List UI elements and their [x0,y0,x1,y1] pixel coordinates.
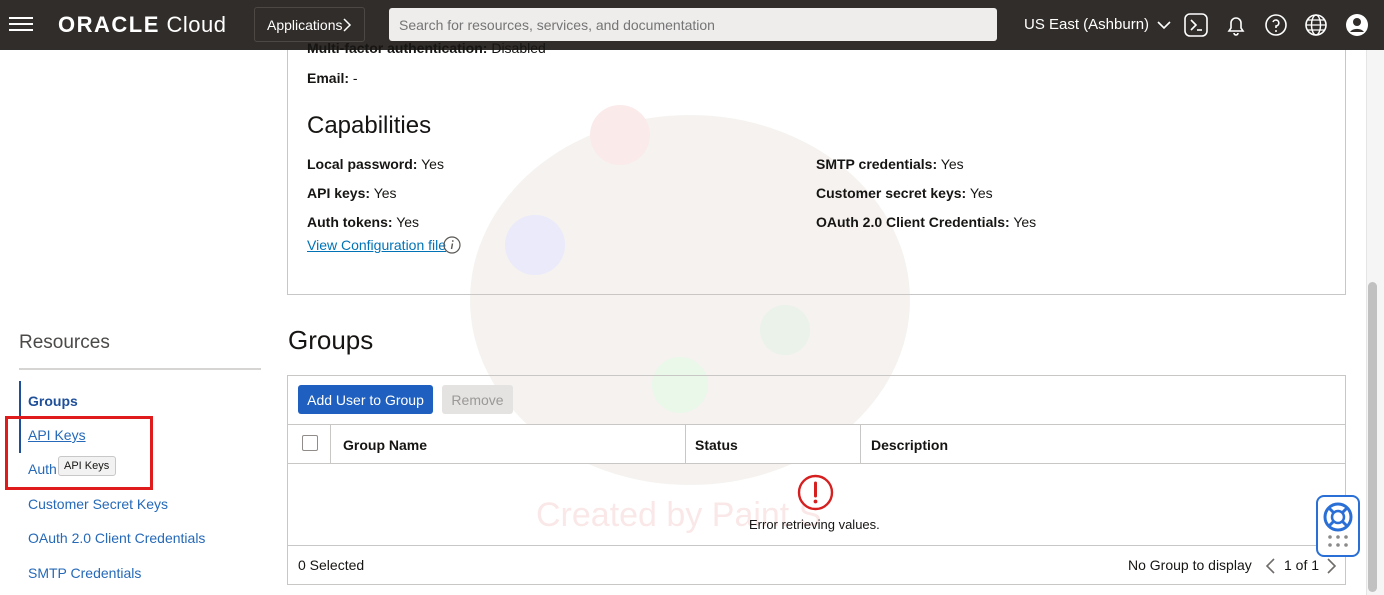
capability-row: Local password: Yes [307,156,444,172]
capability-row: Auth tokens: Yes [307,214,419,230]
email-label: Email: [307,70,350,86]
scrollbar-thumb[interactable] [1368,282,1377,592]
error-icon [797,474,834,511]
menu-icon[interactable] [9,13,33,35]
oracle-cloud-logo[interactable]: ORACLE Cloud [58,12,227,38]
view-configuration-file-link[interactable]: View Configuration file [307,237,446,253]
globe-icon[interactable] [1303,12,1329,38]
column-header-status[interactable]: Status [695,425,738,463]
column-separator [685,425,686,463]
region-label: US East (Ashburn) [1024,16,1150,33]
mfa-value: Disabled [491,43,546,55]
capability-label: Local password: [307,156,418,172]
mfa-row: Multi-factor authentication: Disabled [307,43,546,55]
lifebuoy-icon [1323,502,1353,547]
resource-item-oauth-client-credentials[interactable]: OAuth 2.0 Client Credentials [28,530,205,546]
email-value: - [352,70,358,86]
region-selector[interactable]: US East (Ashburn) [1024,16,1171,33]
capability-value: Yes [373,185,397,201]
resource-item-customer-secret-keys[interactable]: Customer Secret Keys [28,496,168,512]
help-widget-button[interactable] [1316,495,1360,557]
top-navigation-bar: ORACLE Cloud Applications US East (Ashbu… [0,0,1384,50]
cloud-shell-icon[interactable] [1183,12,1209,38]
capability-label: OAuth 2.0 Client Credentials: [816,214,1010,230]
capability-label: Customer secret keys: [816,185,967,201]
highlight-box [5,416,153,490]
column-separator [860,425,861,463]
selected-count: 0 Selected [298,557,365,573]
info-icon[interactable] [443,236,461,254]
capability-label: SMTP credentials: [816,156,938,172]
search-input[interactable] [389,8,997,41]
no-group-message: No Group to display [1128,557,1252,573]
capabilities-title: Capabilities [307,112,432,139]
capability-row: Customer secret keys: Yes [816,185,993,201]
table-header: Group Name Status Description [288,424,1345,464]
capability-value: Yes [396,214,420,230]
resource-item-groups[interactable]: Groups [28,393,78,409]
capability-row: API keys: Yes [307,185,397,201]
chevron-down-icon [1157,21,1171,30]
error-message: Error retrieving values. [749,517,880,532]
add-user-to-group-button[interactable]: Add User to Group [298,385,433,414]
brand-light: Cloud [166,12,227,37]
capability-label: Auth tokens: [307,214,393,230]
applications-button[interactable]: Applications [254,7,365,42]
capability-value: Yes [940,156,964,172]
email-row: Email: - [307,70,358,86]
mfa-label: Multi-factor authentication: [307,43,488,55]
user-details-panel [287,50,1346,295]
column-header-group-name[interactable]: Group Name [343,425,427,463]
groups-title: Groups [288,325,374,355]
resources-title: Resources [19,332,110,353]
resource-item-smtp-credentials[interactable]: SMTP Credentials [28,565,141,581]
column-header-description[interactable]: Description [871,425,948,463]
capability-value: Yes [1013,214,1037,230]
pagination-label: 1 of 1 [1284,557,1320,573]
column-separator [330,425,331,463]
help-icon[interactable] [1263,12,1289,38]
user-profile-icon[interactable] [1344,12,1370,38]
remove-button[interactable]: Remove [442,385,513,414]
resources-divider [19,368,261,370]
chevron-right-icon[interactable] [1324,557,1338,575]
brand-bold: ORACLE [58,12,160,37]
chevron-right-icon [343,18,352,32]
capability-row: SMTP credentials: Yes [816,156,964,172]
bell-icon[interactable] [1223,12,1249,38]
applications-label: Applications [267,17,343,33]
chevron-left-icon[interactable] [1264,557,1278,575]
capability-label: API keys: [307,185,371,201]
select-all-checkbox[interactable] [302,435,318,451]
capability-value: Yes [969,185,993,201]
capability-value: Yes [421,156,444,172]
capability-row: OAuth 2.0 Client Credentials: Yes [816,214,1036,230]
